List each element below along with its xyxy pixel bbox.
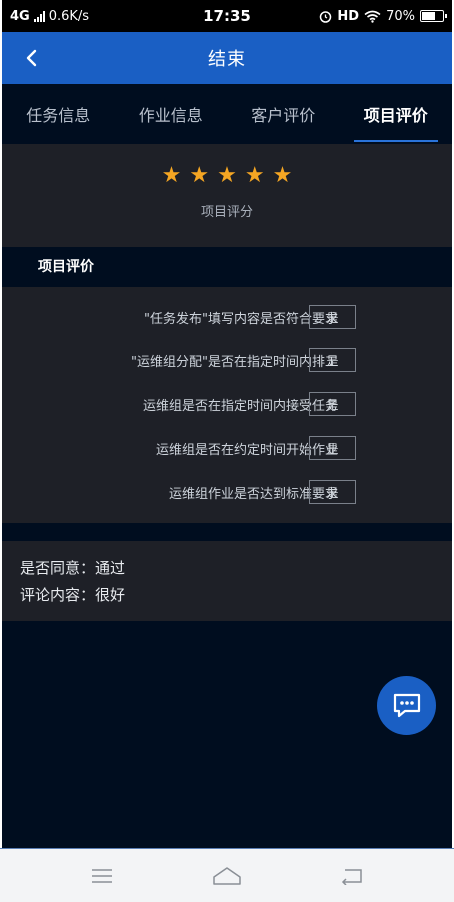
status-right: HD 70%: [319, 8, 447, 24]
wifi-icon: [364, 10, 381, 23]
evaluation-answer-button[interactable]: 是: [309, 392, 356, 416]
evaluation-answer-button[interactable]: 是: [309, 480, 356, 504]
tab-project-review[interactable]: 项目评价: [340, 84, 453, 144]
summary-panel: 是否同意：通过 评论内容：很好: [2, 541, 452, 621]
chat-button[interactable]: [377, 676, 436, 735]
app-screen: 4G 0.6K/s 17:35 HD 70% 结束 任务信息 作业信息 客户评价…: [2, 0, 452, 902]
evaluation-list: "任务发布"填写内容是否符合要求 是 "运维组分配"是否在指定时间内排工 是 运…: [2, 287, 452, 523]
tab-bar: 任务信息 作业信息 客户评价 项目评价: [2, 84, 452, 144]
battery-percent: 70%: [386, 8, 415, 24]
alarm-icon: [320, 10, 332, 23]
home-icon: [213, 866, 241, 885]
star-icon: ★: [272, 163, 293, 188]
menu-button[interactable]: [82, 856, 122, 896]
rating-panel: ★ ★ ★ ★ ★ 项目评分: [2, 144, 452, 247]
star-rating: ★ ★ ★ ★ ★: [2, 163, 452, 189]
tab-label: 任务信息: [26, 106, 91, 125]
star-icon: ★: [217, 163, 237, 188]
star-icon: ★: [244, 163, 265, 188]
tab-work-info[interactable]: 作业信息: [115, 84, 228, 144]
status-left: 4G 0.6K/s: [10, 9, 89, 24]
evaluation-answer-button[interactable]: 是: [309, 436, 356, 460]
star-icon: ★: [161, 163, 182, 188]
tab-label: 客户评价: [251, 106, 316, 125]
evaluation-answer-button[interactable]: 是: [309, 348, 356, 372]
evaluation-question: "运维组分配"是否在指定时间内排工: [131, 354, 338, 370]
chevron-left-icon: [26, 49, 37, 67]
back-nav-button[interactable]: [332, 856, 372, 896]
back-button[interactable]: [16, 42, 46, 74]
network-type: 4G: [10, 8, 30, 24]
hd-badge: HD: [337, 8, 360, 24]
status-bar: 4G 0.6K/s 17:35 HD 70%: [2, 0, 452, 32]
star-icon: ★: [189, 163, 210, 188]
back-arrow-icon: [341, 868, 362, 885]
section-title: 项目评价: [2, 247, 452, 287]
evaluation-answer-button[interactable]: 是: [309, 305, 356, 329]
system-nav-bar: [0, 848, 454, 902]
menu-icon: [92, 868, 113, 883]
tab-customer-review[interactable]: 客户评价: [227, 84, 340, 144]
chat-icon: [393, 693, 420, 717]
app-header: 结束: [2, 32, 452, 84]
home-button[interactable]: [207, 856, 247, 896]
rating-label: 项目评分: [200, 205, 253, 220]
page-title: 结束: [208, 49, 246, 70]
comment-content: 评论内容：很好: [20, 586, 126, 604]
tab-label: 作业信息: [138, 106, 203, 125]
agree-status: 是否同意：通过: [20, 559, 126, 577]
signal-icon: [33, 10, 45, 22]
tab-task-info[interactable]: 任务信息: [2, 84, 115, 144]
battery-icon: [420, 10, 447, 22]
tab-label: 项目评价: [363, 106, 428, 125]
network-speed: 0.6K/s: [48, 8, 90, 24]
